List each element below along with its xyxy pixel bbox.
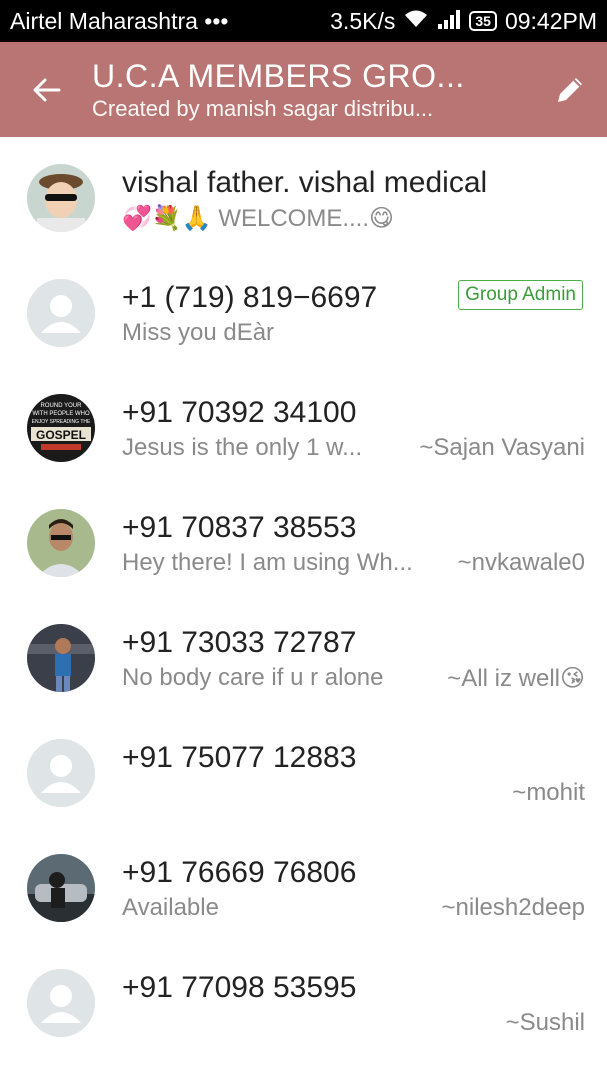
- group-subtitle: Created by manish sagar distribu...: [92, 95, 434, 121]
- member-text: +91 75077 12883 ~mohit: [122, 740, 585, 808]
- person-silhouette-icon: [27, 739, 95, 807]
- member-name: vishal father. vishal medical: [122, 166, 488, 199]
- member-details: Available ~nilesh2deep: [122, 893, 585, 923]
- gospel-line3: ENJOY SPREADING THE: [32, 419, 91, 425]
- member-name: +91 70392 34100: [122, 396, 357, 429]
- person-photo: [27, 624, 95, 692]
- man-photo: [27, 509, 95, 577]
- member-status: No body care if u r alone: [122, 664, 384, 691]
- gospel-line2: WITH PEOPLE WHO: [32, 411, 90, 417]
- member-details: ~mohit: [122, 778, 585, 808]
- member-name: +91 77098 53595: [122, 971, 357, 1004]
- group-admin-badge: Group Admin: [458, 280, 583, 310]
- member-status: Miss you dEàr: [122, 319, 275, 346]
- member-text: +91 70392 34100 Jesus is the only 1 w... ~…: [122, 395, 585, 463]
- gospel-line1: ROUND YOUR: [41, 403, 83, 409]
- member-row[interactable]: +1 (719) 819−6697 Miss you dEàr Group Admi…: [0, 252, 607, 367]
- member-text: +91 73033 72787 No body care if u r alone…: [122, 625, 585, 693]
- person-silhouette-icon: [27, 279, 95, 347]
- network-speed: 3.5K/s: [330, 7, 396, 34]
- member-row[interactable]: ROUND YOUR WITH PEOPLE WHO ENJOY SPREADING…: [0, 367, 607, 482]
- member-name: +91 73033 72787: [122, 626, 357, 659]
- member-alias: ~nvkawale0: [457, 549, 585, 576]
- group-toolbar: U.C.A MEMBERS GRO... Created by manish s…: [0, 42, 607, 137]
- member-alias: ~Sajan Vasyani: [419, 434, 585, 461]
- default-avatar-icon[interactable]: [27, 739, 95, 807]
- avatar[interactable]: [27, 854, 95, 922]
- avatar[interactable]: [27, 624, 95, 692]
- status-bar: Airtel Maharashtra ••• 3.5K/s 35 09:42PM: [0, 0, 607, 42]
- pencil-icon: [558, 77, 582, 102]
- carrier-label: Airtel Maharashtra •••: [10, 7, 229, 34]
- gospel-word: GOSPEL: [36, 428, 86, 442]
- battery-icon: 35: [469, 11, 497, 31]
- member-row[interactable]: +91 70837 38553 Hey there! I am using Wh.…: [0, 482, 607, 597]
- child-photo: [27, 164, 95, 232]
- member-name: +91 76669 76806: [122, 856, 357, 889]
- toolbar-titles[interactable]: U.C.A MEMBERS GRO... Created by manish s…: [92, 57, 533, 123]
- member-status: Jesus is the only 1 w...: [122, 434, 363, 461]
- avatar[interactable]: [27, 509, 95, 577]
- member-row[interactable]: +91 73033 72787 No body care if u r alone…: [0, 597, 607, 712]
- member-details: 💞💐🙏 WELCOME....😋: [122, 203, 585, 233]
- back-button[interactable]: [0, 42, 92, 137]
- clock: 09:42PM: [504, 7, 597, 34]
- group-title: U.C.A MEMBERS GRO...: [92, 57, 465, 94]
- default-avatar-icon[interactable]: [27, 969, 95, 1037]
- members-list: vishal father. vishal medical 💞💐🙏 WELCOME…: [0, 137, 607, 1057]
- member-alias: ~nilesh2deep: [441, 894, 585, 921]
- member-name: +91 70837 38553: [122, 511, 357, 544]
- wifi-icon: [403, 8, 429, 35]
- member-text: vishal father. vishal medical 💞💐🙏 WELCOME…: [122, 165, 585, 233]
- member-row[interactable]: +91 77098 53595 ~Sushil: [0, 942, 607, 1057]
- edit-button[interactable]: [533, 42, 607, 137]
- member-text: +91 77098 53595 ~Sushil: [122, 970, 585, 1038]
- member-name: +91 75077 12883: [122, 741, 357, 774]
- member-row[interactable]: +91 75077 12883 ~mohit: [0, 712, 607, 827]
- member-status: 💞💐🙏 WELCOME....😋: [122, 204, 395, 232]
- car-photo: [27, 854, 95, 922]
- member-alias: ~All iz well😘: [447, 664, 585, 692]
- member-text: +91 76669 76806 Available ~nilesh2deep: [122, 855, 585, 923]
- member-row[interactable]: vishal father. vishal medical 💞💐🙏 WELCOME…: [0, 137, 607, 252]
- person-silhouette-icon: [27, 969, 95, 1037]
- gospel-image: ROUND YOUR WITH PEOPLE WHO ENJOY SPREADING…: [27, 394, 95, 462]
- member-alias: ~Sushil: [505, 1009, 585, 1036]
- avatar[interactable]: [27, 164, 95, 232]
- signal-icon: [437, 8, 461, 35]
- member-row[interactable]: +91 76669 76806 Available ~nilesh2deep: [0, 827, 607, 942]
- member-details: No body care if u r alone ~All iz well😘: [122, 663, 585, 693]
- member-details: ~Sushil: [122, 1008, 585, 1038]
- member-text: +91 70837 38553 Hey there! I am using Wh.…: [122, 510, 585, 578]
- arrow-left-icon: [33, 78, 61, 101]
- member-status: Hey there! I am using Wh...: [122, 549, 413, 576]
- member-status: Available: [122, 894, 219, 921]
- member-details: Jesus is the only 1 w... ~Sajan Vasyani: [122, 433, 585, 463]
- member-alias: ~mohit: [512, 779, 585, 806]
- member-details: Miss you dEàr: [122, 318, 585, 348]
- member-details: Hey there! I am using Wh... ~nvkawale0: [122, 548, 585, 578]
- avatar[interactable]: ROUND YOUR WITH PEOPLE WHO ENJOY SPREADING…: [27, 394, 95, 462]
- default-avatar-icon[interactable]: [27, 279, 95, 347]
